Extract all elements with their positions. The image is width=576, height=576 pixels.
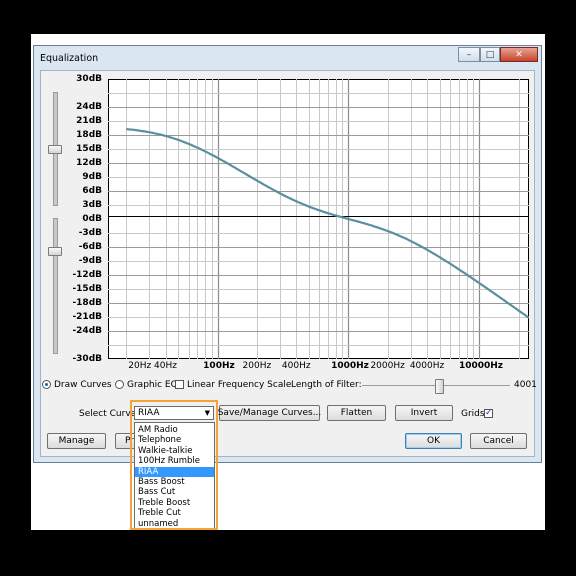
y-axis-label: 30dB (76, 74, 102, 84)
y-axis-label: -18dB (72, 298, 102, 308)
window-title: Equalization (40, 53, 99, 64)
close-button[interactable]: ✕ (500, 47, 538, 62)
highlight-frame (130, 400, 218, 530)
eq-graph[interactable] (108, 79, 529, 359)
filter-length-value: 4001 (514, 380, 537, 390)
min-gain-slider-track[interactable] (53, 218, 58, 354)
y-axis-label: 6dB (82, 186, 102, 196)
checkmark-icon: ✓ (485, 408, 493, 418)
graphic-eq-label[interactable]: Graphic EQ (127, 380, 178, 390)
grids-checkbox[interactable]: ✓ (484, 409, 493, 418)
save-manage-curves-button[interactable]: Save/Manage Curves... (218, 405, 321, 421)
y-axis-label: 3dB (82, 200, 102, 210)
minimize-button[interactable]: – (458, 47, 480, 62)
x-axis-label: 20Hz (128, 361, 152, 371)
linear-frequency-label[interactable]: Linear Frequency Scale (187, 380, 291, 390)
ok-button[interactable]: OK (405, 433, 462, 449)
y-axis-label: -24dB (72, 326, 102, 336)
y-axis-label: 18dB (76, 130, 102, 140)
y-axis-label: -12dB (72, 270, 102, 280)
cancel-button[interactable]: Cancel (470, 433, 527, 449)
minimize-icon: – (466, 49, 472, 60)
y-axis-labels: 30dB 24dB 21dB 18dB 15dB 12dB 9dB 6dB 3dB 0dB -3dB… (60, 74, 102, 364)
grids-label[interactable]: Grids (461, 409, 485, 419)
y-axis-label: 0dB (82, 214, 102, 224)
linear-frequency-checkbox[interactable] (175, 380, 184, 389)
y-axis-label: -9dB (78, 256, 102, 266)
x-axis-label: 40Hz (154, 361, 177, 371)
y-axis-label: 12dB (76, 158, 102, 168)
x-axis-label: 1000Hz (331, 361, 369, 371)
y-axis-label: 24dB (76, 102, 102, 112)
invert-button[interactable]: Invert (395, 405, 453, 421)
y-axis-label: -15dB (72, 284, 102, 294)
y-axis-label: 9dB (82, 172, 102, 182)
x-axis-label: 400Hz (281, 361, 311, 371)
filter-length-label: Length of Filter: (291, 380, 362, 390)
graphic-eq-radio[interactable] (115, 380, 124, 389)
draw-curves-label[interactable]: Draw Curves (54, 380, 112, 390)
draw-curves-radio[interactable] (42, 380, 51, 389)
title-bar: Equalization – □ ✕ (34, 46, 541, 70)
flatten-button[interactable]: Flatten (327, 405, 386, 421)
x-axis-label: 4000Hz (409, 361, 445, 371)
y-axis-label: -30dB (72, 354, 102, 364)
y-axis-label: 15dB (76, 144, 102, 154)
y-axis-label: -6dB (78, 242, 102, 252)
y-axis-label: -21dB (72, 312, 102, 322)
x-axis-label: 2000Hz (370, 361, 405, 371)
x-axis-label: 200Hz (242, 361, 272, 371)
y-axis-label: 21dB (76, 116, 102, 126)
maximize-button[interactable]: □ (480, 47, 500, 62)
maximize-icon: □ (485, 49, 495, 60)
manage-button[interactable]: Manage (47, 433, 106, 449)
filter-length-slider-thumb[interactable] (434, 379, 444, 394)
close-icon: ✕ (515, 49, 523, 60)
y-axis-label: -3dB (78, 228, 102, 238)
x-axis-label: 10000Hz (458, 361, 504, 371)
x-axis-label: 100Hz (203, 361, 235, 371)
